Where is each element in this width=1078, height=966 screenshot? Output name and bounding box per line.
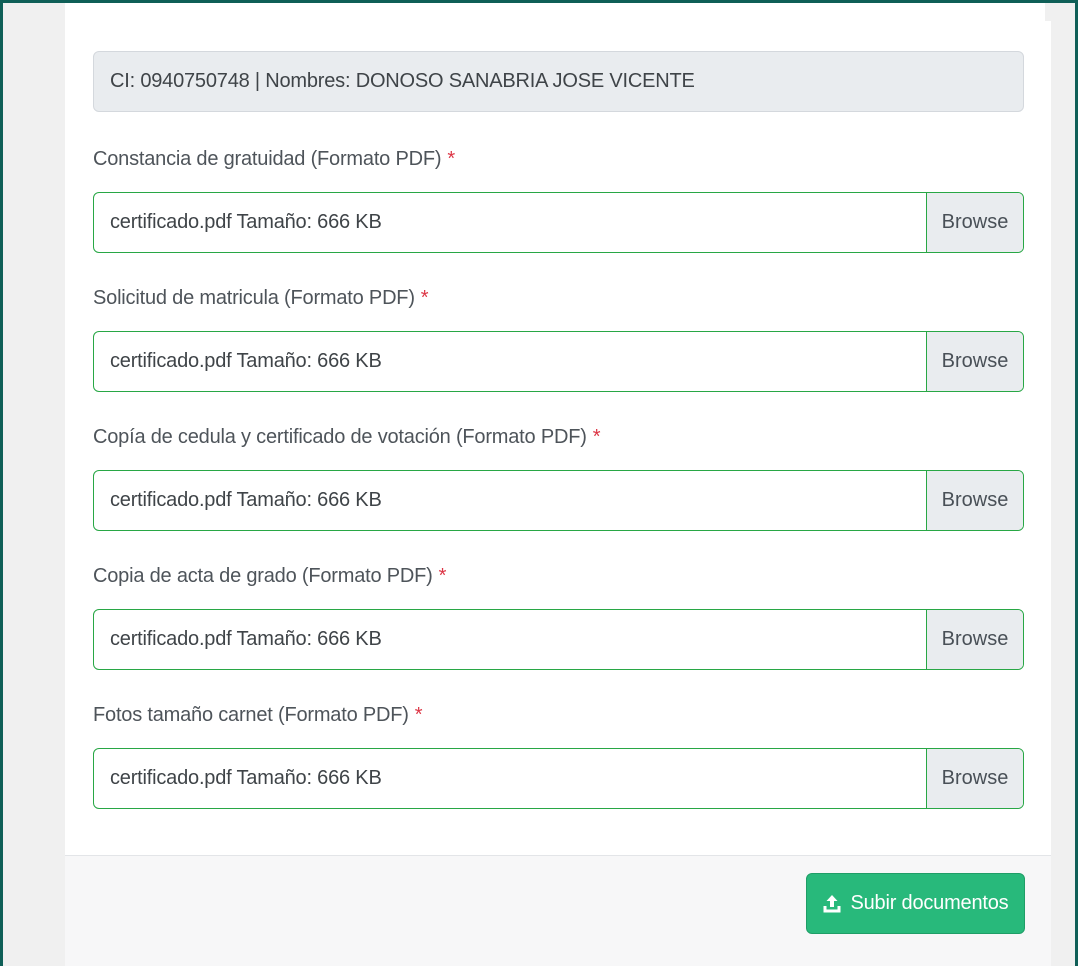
required-asterisk: * <box>438 564 447 587</box>
browse-button[interactable]: Browse <box>926 332 1023 391</box>
field-label-cedula: Copía de cedula y certificado de votació… <box>93 422 1024 452</box>
required-asterisk: * <box>592 425 601 448</box>
required-asterisk: * <box>447 147 455 170</box>
browse-button[interactable]: Browse <box>926 610 1023 669</box>
field-label-text: Copia de acta de grado (Formato PDF) <box>93 564 433 587</box>
file-input-acta[interactable]: certificado.pdf Tamaño: 666 KB Browse <box>93 609 1024 670</box>
file-name-display[interactable]: certificado.pdf Tamaño: 666 KB <box>94 471 926 530</box>
browse-button[interactable]: Browse <box>926 193 1023 252</box>
field-label-acta: Copia de acta de grado (Formato PDF) * <box>93 561 1024 591</box>
file-name-display[interactable]: certificado.pdf Tamaño: 666 KB <box>94 749 926 808</box>
upload-card: CI: 0940750748 | Nombres: DONOSO SANABRI… <box>65 21 1051 966</box>
page-frame: CI: 0940750748 | Nombres: DONOSO SANABRI… <box>0 0 1078 966</box>
card-body: CI: 0940750748 | Nombres: DONOSO SANABRI… <box>93 51 1024 809</box>
field-label-text: Fotos tamaño carnet (Formato PDF) <box>93 703 409 726</box>
file-input-cedula[interactable]: certificado.pdf Tamaño: 666 KB Browse <box>93 470 1024 531</box>
submit-documents-button[interactable]: Subir documentos <box>806 873 1025 934</box>
upload-icon <box>823 894 841 912</box>
field-label-text: Constancia de gratuidad (Formato PDF) <box>93 147 442 170</box>
student-info-field: CI: 0940750748 | Nombres: DONOSO SANABRI… <box>93 51 1024 112</box>
background-left <box>3 3 65 966</box>
required-asterisk: * <box>420 286 429 309</box>
field-label-fotos: Fotos tamaño carnet (Formato PDF) * <box>93 700 1024 730</box>
file-input-fotos[interactable]: certificado.pdf Tamaño: 666 KB Browse <box>93 748 1024 809</box>
field-label-text: Solicitud de matricula (Formato PDF) <box>93 286 415 309</box>
file-input-solicitud[interactable]: certificado.pdf Tamaño: 666 KB Browse <box>93 331 1024 392</box>
student-info-text: CI: 0940750748 | Nombres: DONOSO SANABRI… <box>110 70 695 92</box>
browse-button[interactable]: Browse <box>926 471 1023 530</box>
field-label-constancia: Constancia de gratuidad (Formato PDF) * <box>93 144 1024 174</box>
required-asterisk: * <box>414 703 423 726</box>
submit-button-label: Subir documentos <box>850 892 1009 914</box>
file-input-constancia[interactable]: certificado.pdf Tamaño: 666 KB Browse <box>93 192 1024 253</box>
card-footer: Subir documentos <box>65 855 1051 966</box>
browse-button[interactable]: Browse <box>926 749 1023 808</box>
file-name-display[interactable]: certificado.pdf Tamaño: 666 KB <box>94 193 926 252</box>
file-name-display[interactable]: certificado.pdf Tamaño: 666 KB <box>94 610 926 669</box>
field-label-text: Copía de cedula y certificado de votació… <box>93 425 587 448</box>
field-label-solicitud: Solicitud de matricula (Formato PDF) * <box>93 283 1024 313</box>
file-name-display[interactable]: certificado.pdf Tamaño: 666 KB <box>94 332 926 391</box>
